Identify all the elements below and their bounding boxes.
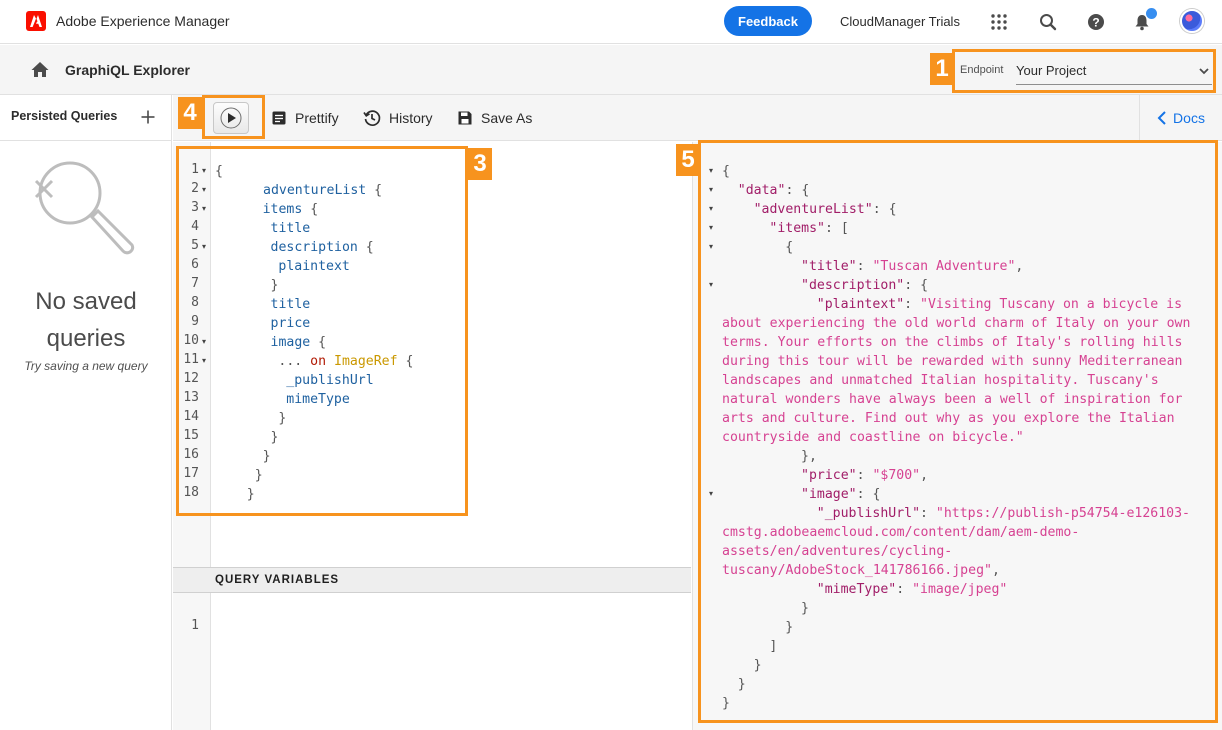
save-as-label: Save As <box>481 110 533 126</box>
callout-number: 1 <box>930 53 954 85</box>
history-button[interactable]: History <box>363 107 433 129</box>
empty-state-title: No saved queries <box>0 283 172 357</box>
prettify-label: Prettify <box>295 110 339 126</box>
save-as-button[interactable]: Save As <box>457 107 532 129</box>
query-variables-header[interactable]: QUERY VARIABLES <box>173 567 691 593</box>
user-avatar[interactable] <box>1180 9 1204 33</box>
sidebar-title: Persisted Queries <box>11 109 118 123</box>
shell-bar: Adobe Experience Manager Feedback CloudM… <box>0 0 1222 44</box>
no-results-magnifier-icon <box>34 161 135 255</box>
callout-box-editor <box>176 146 468 516</box>
adobe-logo-icon[interactable] <box>26 11 46 31</box>
callout-box-endpoint <box>952 49 1216 93</box>
add-icon[interactable] <box>140 109 156 125</box>
page-title: GraphiQL Explorer <box>65 62 190 78</box>
callout-number: 3 <box>468 148 492 180</box>
query-variables-title: QUERY VARIABLES <box>215 574 340 586</box>
svg-text:?: ? <box>1092 15 1099 29</box>
org-switcher[interactable]: CloudManager Trials <box>840 14 960 29</box>
callout-box-result <box>698 140 1218 723</box>
apps-grid-icon[interactable] <box>988 11 1010 33</box>
feedback-button[interactable]: Feedback <box>724 6 812 36</box>
query-variables-editor[interactable]: 1 <box>173 593 691 730</box>
app-title[interactable]: Adobe Experience Manager <box>56 13 230 29</box>
variables-gutter <box>173 593 211 730</box>
chevron-left-icon <box>1157 111 1166 125</box>
history-label: History <box>389 110 433 126</box>
prettify-button[interactable]: Prettify <box>271 107 339 129</box>
search-icon[interactable] <box>1037 11 1059 33</box>
docs-label: Docs <box>1173 110 1205 126</box>
history-icon <box>363 110 381 126</box>
graphiql-toolbar: Prettify History Save As Docs <box>173 95 1222 141</box>
sidebar-header: Persisted Queries <box>0 95 171 141</box>
prettify-icon <box>272 111 286 125</box>
save-floppy-icon <box>458 111 472 125</box>
callout-number: 5 <box>676 144 700 176</box>
empty-title-line: No saved <box>35 288 137 315</box>
callout-number: 4 <box>178 97 202 129</box>
persisted-queries-panel: Persisted Queries No saved queries Try s… <box>0 95 172 730</box>
docs-button[interactable]: Docs <box>1139 95 1222 141</box>
line-number: 1 <box>191 618 199 633</box>
empty-title-line: queries <box>46 325 126 352</box>
empty-state-subtitle: Try saving a new query <box>24 359 148 373</box>
callout-box-run <box>202 95 265 139</box>
home-icon[interactable] <box>30 60 50 80</box>
help-icon[interactable]: ? <box>1085 11 1107 33</box>
notification-badge <box>1146 8 1157 19</box>
